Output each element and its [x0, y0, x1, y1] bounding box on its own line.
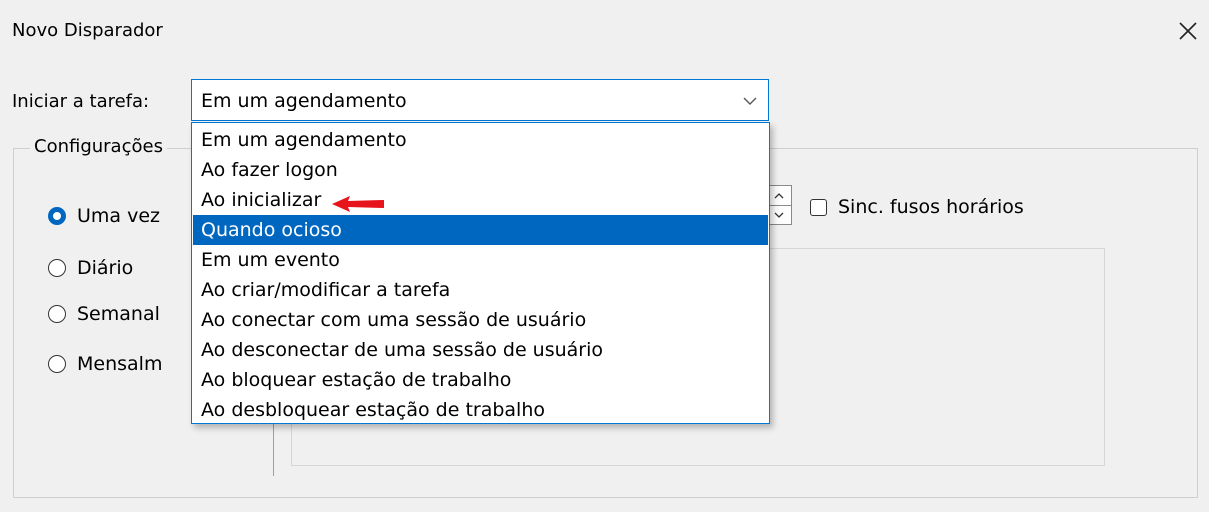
- radio-weekly[interactable]: Semanal: [48, 303, 160, 325]
- start-task-selected-value: Em um agendamento: [201, 90, 407, 112]
- close-button[interactable]: [1170, 12, 1206, 50]
- spin-up-button[interactable]: [767, 186, 791, 206]
- radio-indicator: [48, 259, 66, 277]
- option-on-session-disconnect[interactable]: Ao desconectar de uma sessão de usuário: [193, 335, 768, 365]
- vertical-divider: [273, 420, 274, 476]
- start-task-dropdown-list[interactable]: Em um agendamento Ao fazer logon Ao inic…: [191, 122, 770, 424]
- option-at-startup[interactable]: Ao inicializar: [193, 185, 768, 215]
- option-on-schedule[interactable]: Em um agendamento: [193, 125, 768, 155]
- radio-label: Semanal: [77, 303, 160, 325]
- spin-down-button[interactable]: [767, 205, 791, 224]
- radio-label: Diário: [77, 257, 134, 279]
- window-title: Novo Disparador: [12, 20, 163, 41]
- option-on-workstation-unlock[interactable]: Ao desbloquear estação de trabalho: [193, 395, 768, 425]
- settings-group-label: Configurações: [30, 136, 167, 157]
- option-on-task-create-modify[interactable]: Ao criar/modificar a tarefa: [193, 275, 768, 305]
- sync-timezones-label: Sinc. fusos horários: [838, 196, 1024, 218]
- radio-daily[interactable]: Diário: [48, 257, 133, 279]
- option-on-session-connect[interactable]: Ao conectar com uma sessão de usuário: [193, 305, 768, 335]
- radio-once[interactable]: Uma vez: [48, 205, 160, 227]
- chevron-down-icon: [743, 97, 757, 105]
- start-task-label: Iniciar a tarefa:: [12, 91, 150, 112]
- radio-indicator: [48, 207, 66, 225]
- option-on-idle[interactable]: Quando ocioso: [193, 215, 768, 245]
- checkbox-box: [810, 198, 827, 216]
- radio-monthly[interactable]: Mensalm: [48, 353, 162, 375]
- option-on-event[interactable]: Em um evento: [193, 245, 768, 275]
- radio-label: Uma vez: [77, 205, 161, 227]
- option-on-workstation-lock[interactable]: Ao bloquear estação de trabalho: [193, 365, 768, 395]
- annotation-arrow-icon: [332, 196, 384, 212]
- close-icon: [1179, 22, 1197, 40]
- title-bar: Novo Disparador: [0, 0, 1209, 62]
- caret-up-icon: [774, 192, 784, 198]
- radio-label: Mensalm: [77, 353, 163, 375]
- option-at-logon[interactable]: Ao fazer logon: [193, 155, 768, 185]
- sync-timezones-checkbox[interactable]: Sinc. fusos horários: [810, 196, 1024, 218]
- caret-down-icon: [774, 212, 784, 218]
- radio-indicator: [48, 355, 66, 373]
- radio-indicator: [48, 305, 66, 323]
- start-task-combobox[interactable]: Em um agendamento: [191, 79, 769, 121]
